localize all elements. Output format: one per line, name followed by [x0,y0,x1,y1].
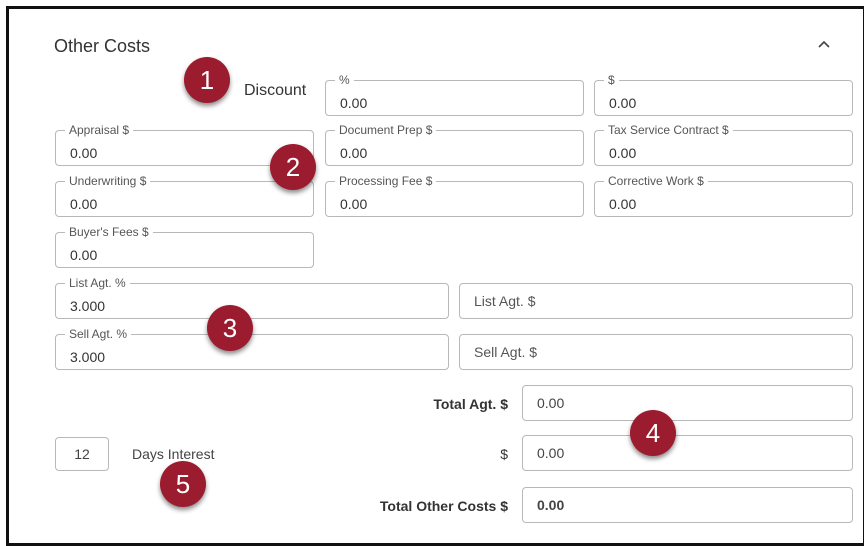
sell-agent-percent-field[interactable]: Sell Agt. % 3.000 [55,327,449,370]
buyers-fees-field[interactable]: Buyer's Fees $ 0.00 [55,225,314,268]
callout-badge-1: 1 [184,57,230,103]
interest-dollar-label: $ [500,446,508,462]
underwriting-field[interactable]: Underwriting $ 0.00 [55,174,314,217]
tax-service-value: 0.00 [609,145,637,161]
interest-dollar-value: 0.00 [537,445,565,461]
total-agent-field[interactable]: 0.00 [522,385,853,421]
callout-badge-5: 5 [160,461,206,507]
callout-badge-3: 3 [207,305,253,351]
total-other-costs-field[interactable]: 0.00 [522,487,853,523]
buyers-fees-value: 0.00 [70,247,98,263]
tax-service-label: Tax Service Contract $ [604,123,733,137]
sell-agent-dollar-field[interactable]: Sell Agt. $ [459,334,853,370]
list-agent-dollar-placeholder: List Agt. $ [474,293,536,309]
document-prep-field[interactable]: Document Prep $ 0.00 [325,123,584,166]
tax-service-field[interactable]: Tax Service Contract $ 0.00 [594,123,853,166]
sell-agent-dollar-placeholder: Sell Agt. $ [474,344,538,360]
chevron-up-icon [818,40,830,48]
interest-dollar-field[interactable]: 0.00 [522,435,853,471]
buyers-fees-label: Buyer's Fees $ [65,225,153,239]
total-other-costs-label: Total Other Costs $ [379,498,508,514]
discount-dollar-label: $ [604,73,619,87]
processing-fee-value: 0.00 [340,196,368,212]
total-other-costs-value: 0.00 [537,497,565,513]
appraisal-label: Appraisal $ [65,123,134,137]
discount-dollar-field[interactable]: $ 0.00 [594,73,853,116]
list-agent-percent-value: 3.000 [70,298,106,314]
sell-agent-percent-label: Sell Agt. % [65,327,132,341]
collapse-button[interactable] [813,34,835,54]
processing-fee-label: Processing Fee $ [335,174,437,188]
corrective-work-value: 0.00 [609,196,637,212]
days-interest-label: Days Interest [132,446,215,462]
underwriting-value: 0.00 [70,196,98,212]
callout-badge-4: 4 [630,410,676,456]
days-interest-value: 12 [74,446,90,462]
discount-percent-label: % [335,73,354,87]
appraisal-value: 0.00 [70,145,98,161]
corrective-work-label: Corrective Work $ [604,174,708,188]
list-agent-percent-label: List Agt. % [65,276,130,290]
total-agent-value: 0.00 [537,395,565,411]
total-agent-label: Total Agt. $ [433,396,508,412]
discount-percent-value: 0.00 [340,95,368,111]
list-agent-dollar-field[interactable]: List Agt. $ [459,283,853,319]
list-agent-percent-field[interactable]: List Agt. % 3.000 [55,276,449,319]
document-prep-value: 0.00 [340,145,368,161]
sell-agent-percent-value: 3.000 [70,349,106,365]
document-prep-label: Document Prep $ [335,123,437,137]
processing-fee-field[interactable]: Processing Fee $ 0.00 [325,174,584,217]
underwriting-label: Underwriting $ [65,174,151,188]
discount-percent-field[interactable]: % 0.00 [325,73,584,116]
discount-dollar-value: 0.00 [609,95,637,111]
corrective-work-field[interactable]: Corrective Work $ 0.00 [594,174,853,217]
section-title: Other Costs [54,36,151,56]
callout-badge-2: 2 [270,144,316,190]
discount-label: Discount [244,82,307,99]
days-interest-field[interactable]: 12 [55,437,109,471]
